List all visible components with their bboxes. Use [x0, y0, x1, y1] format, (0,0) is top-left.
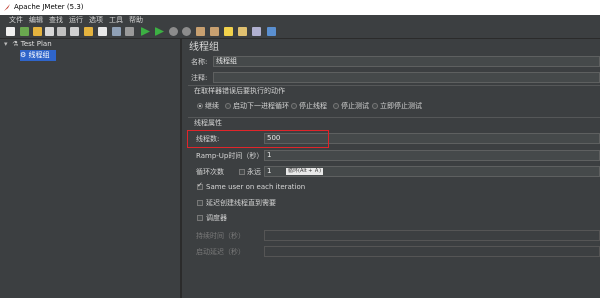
radio-stop-thread-label[interactable]: 停止线程: [299, 101, 327, 111]
name-field[interactable]: 线程组: [213, 56, 600, 67]
delay-create-checkbox[interactable]: [197, 200, 203, 206]
same-user-checkbox[interactable]: [197, 181, 203, 190]
toggle-icon[interactable]: [125, 27, 134, 36]
thread-properties-label: 线程属性: [194, 119, 222, 127]
save-icon[interactable]: [45, 27, 54, 36]
radio-stop-thread[interactable]: [291, 103, 297, 109]
menu-tools[interactable]: 工具: [108, 15, 124, 25]
loop-count-label: 循环次数: [196, 168, 224, 176]
tree-item-label: 线程组: [28, 51, 50, 59]
start-icon[interactable]: [141, 27, 150, 36]
jmeter-window: Apache JMeter (5.3) 文件 编辑 查找 运行 选项 工具 帮助: [0, 0, 600, 298]
gear-icon: ⚙: [20, 51, 27, 59]
startup-delay-field: [264, 246, 600, 257]
radio-next-loop[interactable]: [225, 103, 231, 109]
tree-item-test-plan[interactable]: ▾ ⚗ Test Plan: [4, 39, 104, 50]
loop-forever-checkbox[interactable]: [239, 169, 245, 175]
expand-icon[interactable]: [98, 27, 107, 36]
rampup-field[interactable]: 1: [264, 150, 600, 161]
paste-icon[interactable]: [84, 27, 93, 36]
scheduler-label[interactable]: 调度器: [206, 213, 227, 223]
toolbar: [0, 25, 600, 39]
delay-create-label[interactable]: 延迟创建线程直到需要: [206, 198, 276, 208]
title-bar: Apache JMeter (5.3): [0, 0, 600, 15]
menu-file[interactable]: 文件: [8, 15, 24, 25]
radio-stop-test-label[interactable]: 停止测试: [341, 101, 369, 111]
loop-tooltip: 循环(Alt + Ａ): [286, 168, 324, 175]
panel-title: 线程组: [189, 42, 219, 53]
shutdown-icon[interactable]: [182, 27, 191, 36]
radio-stop-test-now[interactable]: [372, 103, 378, 109]
copy-icon[interactable]: [70, 27, 79, 36]
new-icon[interactable]: [6, 27, 15, 36]
tree-item-thread-group[interactable]: ⚙ 线程组: [20, 50, 56, 61]
menu-bar: 文件 编辑 查找 运行 选项 工具 帮助: [0, 15, 600, 25]
collapse-arrow-icon[interactable]: ▾: [4, 39, 10, 50]
menu-run[interactable]: 运行: [68, 15, 84, 25]
scheduler-checkbox[interactable]: [197, 215, 203, 221]
start-no-pause-icon[interactable]: [155, 27, 164, 36]
window-title: Apache JMeter (5.3): [14, 3, 84, 11]
highlight-box: [187, 130, 329, 148]
help-icon[interactable]: [267, 27, 276, 36]
divider: [188, 117, 600, 118]
radio-next-loop-label[interactable]: 启动下一进程循环: [233, 101, 289, 111]
rampup-label: Ramp-Up时间（秒）:: [196, 152, 266, 160]
collapse-icon[interactable]: [112, 27, 121, 36]
radio-continue-label[interactable]: 继续: [205, 101, 219, 111]
duration-field: [264, 230, 600, 241]
open-icon[interactable]: [33, 27, 42, 36]
tree-item-label: Test Plan: [20, 40, 52, 48]
menu-options[interactable]: 选项: [88, 15, 104, 25]
search-icon[interactable]: [224, 27, 233, 36]
clear-icon[interactable]: [196, 27, 205, 36]
clear-all-icon[interactable]: [210, 27, 219, 36]
function-helper-icon[interactable]: [252, 27, 261, 36]
comment-field[interactable]: [213, 72, 600, 83]
jmeter-feather-icon: [4, 4, 10, 11]
name-label: 名称:: [191, 58, 208, 66]
reset-search-icon[interactable]: [238, 27, 247, 36]
radio-continue[interactable]: [197, 103, 203, 109]
duration-label: 持续时间（秒）: [196, 232, 245, 240]
stop-icon[interactable]: [169, 27, 178, 36]
test-plan-icon: ⚗: [12, 40, 19, 48]
cut-icon[interactable]: [57, 27, 66, 36]
loop-forever-label[interactable]: 永远: [247, 167, 261, 177]
templates-icon[interactable]: [20, 27, 29, 36]
error-action-label: 在取样器错误后要执行的动作: [194, 87, 285, 95]
same-user-label[interactable]: Same user on each iteration: [206, 182, 305, 192]
menu-edit[interactable]: 编辑: [28, 15, 44, 25]
radio-stop-test-now-label[interactable]: 立即停止测试: [380, 101, 422, 111]
startup-delay-label: 启动延迟（秒）: [196, 248, 245, 256]
comment-label: 注释:: [191, 74, 208, 82]
test-plan-tree: ▾ ⚗ Test Plan ⚙ 线程组: [0, 39, 182, 298]
menu-search[interactable]: 查找: [48, 15, 64, 25]
radio-stop-test[interactable]: [333, 103, 339, 109]
menu-help[interactable]: 帮助: [128, 15, 144, 25]
